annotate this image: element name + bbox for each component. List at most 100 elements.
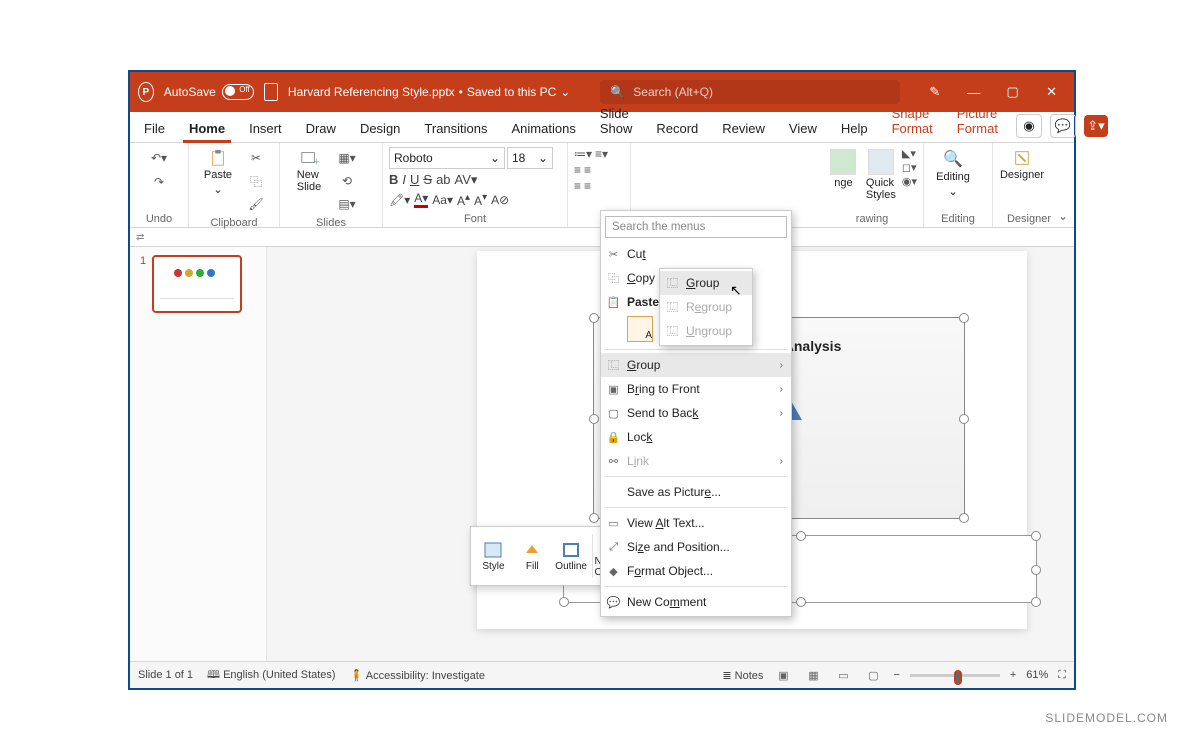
align-right-icon[interactable]: ≡ [574, 179, 581, 193]
align-center-icon[interactable]: ≡ [584, 163, 591, 177]
redo-button[interactable]: ↷ [148, 171, 170, 193]
designer-button[interactable]: Designer [999, 147, 1045, 183]
ctx-alt-text[interactable]: ▭View Alt Text... [601, 511, 791, 535]
copy-icon: ⿻ [606, 271, 621, 286]
paste-keep-text-icon[interactable]: A [627, 316, 653, 342]
justify-icon[interactable]: ≡ [584, 179, 591, 193]
shadow-button[interactable]: ab [436, 172, 450, 188]
mini-outline[interactable]: Outline [553, 530, 590, 582]
slideshow-view-icon[interactable]: ▢ [863, 667, 883, 683]
slide-counter[interactable]: Slide 1 of 1 [138, 669, 193, 681]
menu-file[interactable]: File [138, 117, 171, 142]
zoom-in-button[interactable]: + [1010, 669, 1016, 681]
highlight-button[interactable]: 🖍▾ [389, 193, 410, 207]
toggle-switch[interactable]: Off [222, 84, 254, 100]
close-button[interactable]: ✕ [1037, 78, 1066, 106]
notes-button[interactable]: ≣ Notes [722, 669, 763, 682]
align-left-icon[interactable]: ≡ [574, 163, 581, 177]
spacing-button[interactable]: AV▾ [455, 172, 478, 188]
format-painter-icon[interactable]: 🖌 [245, 193, 267, 215]
paste-button[interactable]: Paste⌄ [195, 147, 241, 198]
shape-effects-button[interactable]: ◉▾ [902, 175, 917, 188]
arrange-button[interactable]: nge [827, 147, 860, 191]
bold-button[interactable]: B [389, 172, 398, 188]
ctx-bring-front[interactable]: ▣Bring to Front› [601, 377, 791, 401]
new-slide-button[interactable]: ＋ New Slide [286, 147, 332, 195]
search-icon: 🔍 [610, 85, 625, 99]
ctx-save-picture[interactable]: Save as Picture... [601, 480, 791, 504]
font-color-button[interactable]: A▾ [414, 191, 428, 208]
ctx-cut[interactable]: ✂Cut [601, 242, 791, 266]
ctx-size-position[interactable]: ⤢Size and Position... [601, 535, 791, 559]
thumbnail-panel[interactable]: 1 [130, 247, 267, 661]
underline-button[interactable]: U [410, 172, 419, 188]
ctx-new-comment[interactable]: 💬New Comment [601, 590, 791, 614]
zoom-slider[interactable] [910, 674, 1000, 677]
section-icon[interactable]: ▤▾ [336, 193, 358, 215]
italic-button[interactable]: I [402, 172, 406, 188]
quick-chevron-icon[interactable]: ⇄ [136, 232, 144, 243]
fit-to-window-icon[interactable]: ⛶ [1058, 669, 1066, 682]
reset-icon[interactable]: ⟲ [336, 170, 358, 192]
ctx-lock[interactable]: 🔒Lock [601, 425, 791, 449]
comments-icon[interactable]: 💬 [1050, 114, 1076, 138]
group-submenu: ⿺Group ⿺Regroup ⿺Ungroup [659, 268, 753, 346]
collapse-ribbon-icon[interactable]: ⌄ [1058, 209, 1068, 223]
menu-search-input[interactable]: Search the menus [605, 216, 787, 238]
grow-font-button[interactable]: A▴ [457, 192, 470, 208]
menu-review[interactable]: Review [716, 117, 771, 142]
layout-icon[interactable]: ▦▾ [336, 147, 358, 169]
slide-thumbnail[interactable]: 1 [152, 255, 242, 313]
menu-animations[interactable]: Animations [506, 117, 582, 142]
comment-icon: 💬 [606, 595, 621, 610]
menu-record[interactable]: Record [650, 117, 704, 142]
menu-picture-format[interactable]: Picture Format [951, 102, 1004, 142]
camera-icon[interactable]: ◉ [1016, 114, 1042, 138]
save-icon[interactable] [264, 83, 278, 101]
autosave-toggle[interactable]: AutoSave Off [164, 84, 254, 100]
cut-icon[interactable]: ✂ [245, 147, 267, 169]
menu-home[interactable]: Home [183, 117, 231, 142]
file-name[interactable]: Harvard Referencing Style.pptx • Saved t… [288, 85, 570, 99]
mini-style[interactable]: Style [475, 530, 512, 582]
menu-transitions[interactable]: Transitions [418, 117, 493, 142]
reading-view-icon[interactable]: ▭ [833, 667, 853, 683]
copy-icon[interactable]: ⿻ [245, 170, 267, 192]
share-button[interactable]: ⇪▾ [1084, 115, 1108, 137]
ctx-send-back[interactable]: ▢Send to Back› [601, 401, 791, 425]
chevron-right-icon: › [780, 360, 783, 371]
numbering-button[interactable]: ≡▾ [595, 147, 608, 161]
editing-button[interactable]: 🔍Editing⌄ [930, 147, 976, 200]
menu-view[interactable]: View [783, 117, 823, 142]
lock-icon: 🔒 [606, 430, 621, 445]
search-input[interactable]: 🔍 Search (Alt+Q) [600, 80, 900, 104]
ctx-group[interactable]: ⿺Group› [601, 353, 791, 377]
undo-button[interactable]: ↶▾ [148, 147, 170, 169]
chevron-down-icon: ⌄ [560, 85, 570, 99]
menu-slideshow[interactable]: Slide Show [594, 102, 639, 142]
shrink-font-button[interactable]: A▾ [474, 192, 487, 208]
menu-shape-format[interactable]: Shape Format [886, 102, 939, 142]
strike-button[interactable]: S [423, 172, 432, 188]
menu-insert[interactable]: Insert [243, 117, 288, 142]
ctx-format-object[interactable]: ◆Format Object... [601, 559, 791, 583]
zoom-level[interactable]: 61% [1026, 669, 1048, 681]
menu-help[interactable]: Help [835, 117, 874, 142]
font-name-select[interactable]: Roboto⌄ [389, 147, 505, 169]
change-case-button[interactable]: Aa▾ [432, 193, 453, 207]
bullets-button[interactable]: ≔▾ [574, 147, 592, 161]
accessibility-status[interactable]: 🧍 Accessibility: Investigate [350, 669, 485, 682]
menu-design[interactable]: Design [354, 117, 406, 142]
group-clipboard: Clipboard [195, 215, 273, 229]
menu-draw[interactable]: Draw [300, 117, 342, 142]
zoom-out-button[interactable]: − [893, 669, 899, 681]
mini-fill[interactable]: Fill [514, 530, 551, 582]
quick-styles-button[interactable]: Quick Styles [864, 147, 898, 203]
shape-outline-button[interactable]: ◻▾ [902, 161, 917, 174]
shape-fill-button[interactable]: ◣▾ [902, 147, 917, 160]
normal-view-icon[interactable]: ▣ [773, 667, 793, 683]
clear-format-button[interactable]: A⊘ [491, 193, 509, 207]
font-size-select[interactable]: 18⌄ [507, 147, 553, 169]
language-status[interactable]: 🕮 English (United States) [207, 666, 336, 685]
sorter-view-icon[interactable]: ▦ [803, 667, 823, 683]
